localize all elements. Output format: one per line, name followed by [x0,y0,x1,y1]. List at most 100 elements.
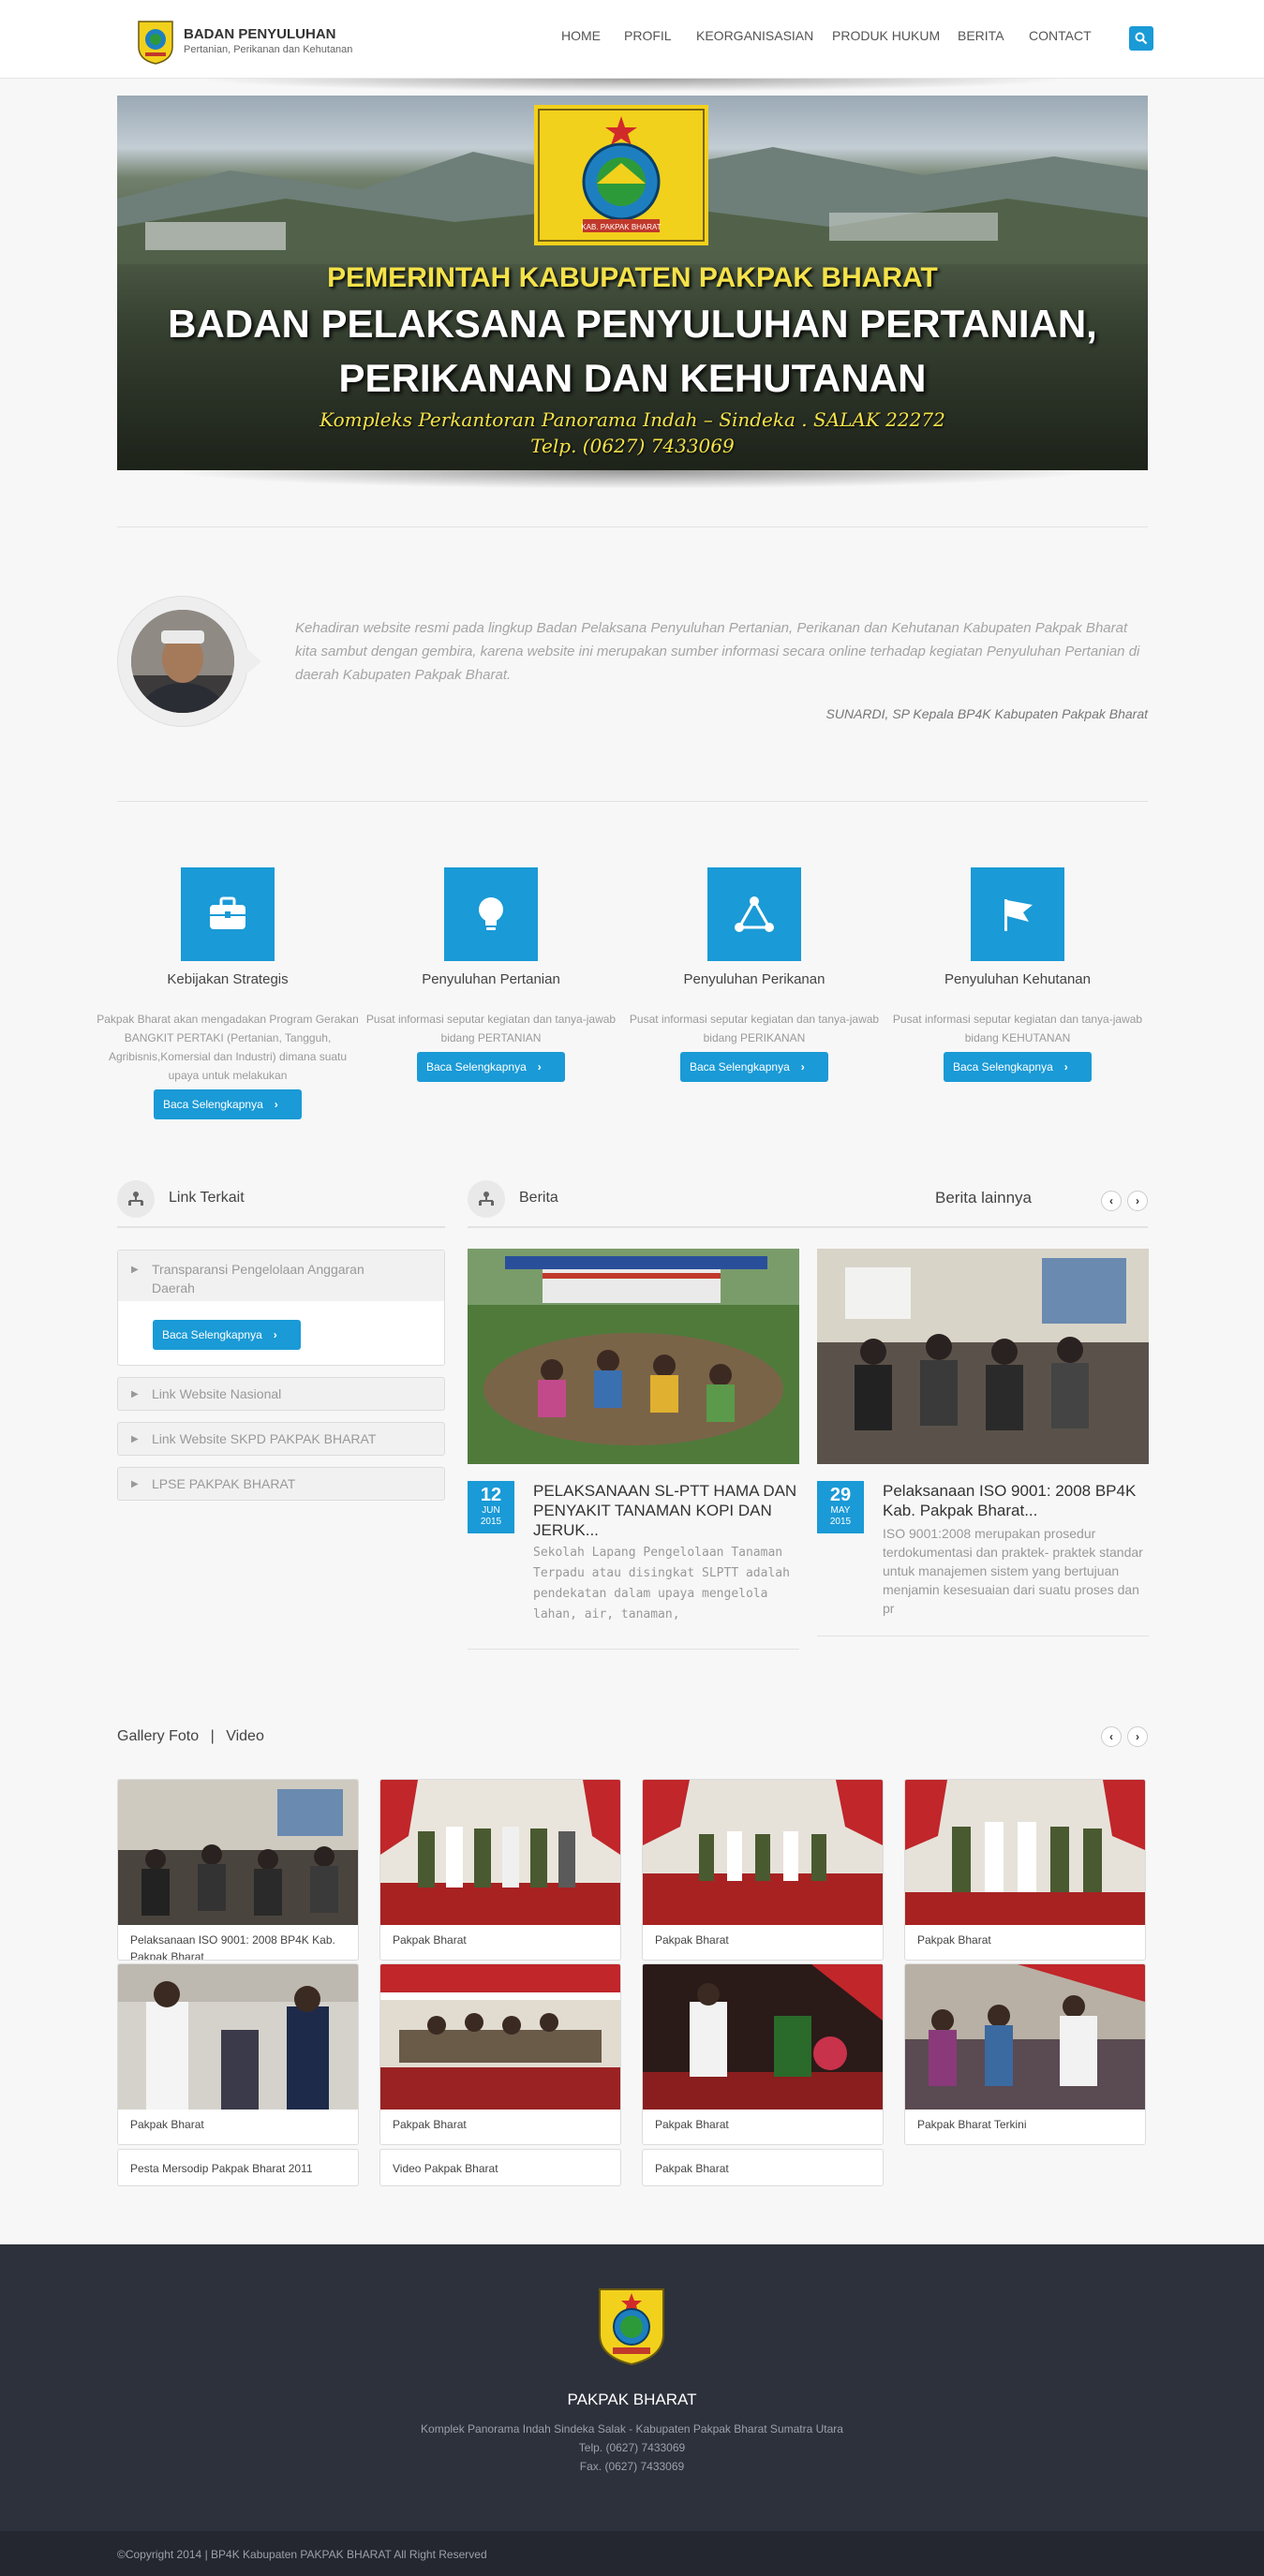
sitemap-icon [479,1192,494,1206]
copyright: ©Copyright 2014 | BP4K Kabupaten PAKPAK … [117,2548,487,2561]
feature-desc: Pusat informasi seputar kegiatan dan tan… [365,1013,617,1044]
search-button[interactable] [1129,26,1153,51]
gallery-prev-button[interactable]: ‹ [1101,1726,1122,1747]
accordion-label[interactable]: Link Website SKPD PAKPAK BHARAT [152,1431,376,1446]
gallery-image [380,1964,620,2110]
quote-author: SUNARDI, SP Kepala BP4K Kabupaten Pakpak… [825,706,1148,721]
feature-icon-box[interactable] [181,867,275,961]
gallery-next-button[interactable]: › [1127,1726,1148,1747]
button-label: Baca Selengkapnya [426,1060,527,1073]
read-more-button[interactable]: Baca Selengkapnya › [153,1320,301,1350]
gallery-title: Gallery Foto | Video [117,1728,264,1745]
feature-desc: Pusat informasi seputar kegiatan dan tan… [892,1013,1143,1044]
banner-line-2: BADAN PELAKSANA PENYULUHAN PERTANIAN, [168,302,1097,346]
feature-desc: Pakpak Bharat akan mengadakan Program Ge… [97,1013,359,1082]
feature-icon-box[interactable] [707,867,801,961]
gallery-image [118,1780,358,1925]
divider [117,526,1148,527]
gallery-photo [380,1964,620,2110]
gallery-card[interactable]: Pakpak Bharat [379,1963,621,2145]
news-divider [468,1649,799,1650]
read-more-button[interactable]: Baca Selengkapnya › [680,1052,828,1082]
nav-home[interactable]: HOME [561,28,601,43]
news-photo [817,1249,1149,1464]
gallery-image [118,1964,358,2110]
read-more-button[interactable]: Baca Selengkapnya › [417,1052,565,1082]
nav-profil[interactable]: PROFIL [624,28,672,43]
feature-title: Penyuluhan Kehutanan [944,971,1091,987]
lightbulb-icon [479,897,503,930]
section-underline [468,1226,1148,1228]
brand-subtitle: Pertanian, Perikanan dan Kehutanan [184,44,353,55]
video-caption: Video Pakpak Bharat [393,2162,498,2175]
accordion-label[interactable]: LPSE PAKPAK BHARAT [152,1476,295,1491]
gallery-card[interactable]: Pakpak Bharat [642,1779,884,1961]
news-section-icon [468,1180,505,1218]
news-title[interactable]: Pelaksanaan ISO 9001: 2008 BP4K Kab. Pak… [883,1481,1150,1520]
chevron-right-icon: › [273,1328,277,1341]
news-prev-button[interactable]: ‹ [1101,1191,1122,1211]
accordion-item-expanded[interactable]: ▶ Transparansi Pengelolaan Anggaran Daer… [117,1250,445,1366]
nav-berita[interactable]: BERITA [958,28,1004,43]
network-icon [735,896,774,932]
gallery-caption: Pakpak Bharat [655,2118,729,2131]
accordion-item[interactable]: ▶ LPSE PAKPAK BHARAT [117,1467,445,1501]
chevron-right-icon: › [537,1060,542,1073]
search-icon [1135,32,1148,45]
accordion-label[interactable]: Transparansi Pengelolaan Anggaran Daerah [152,1260,395,1297]
news-excerpt: ISO 9001:2008 merupakan prosedur terdoku… [883,1526,1143,1616]
logo-emblem-icon[interactable] [136,19,175,66]
banner-line-3: PERIKANAN DAN KEHUTANAN [338,356,927,400]
regency-emblem: KAB. PAKPAK BHARAT [534,105,708,245]
gallery-card[interactable]: Pakpak Bharat [642,1963,884,2145]
gallery-card[interactable]: Pakpak Bharat Terkini [904,1963,1146,2145]
accordion-item[interactable]: ▶ Link Website Nasional [117,1377,445,1411]
gallery-card[interactable]: Pelaksanaan ISO 9001: 2008 BP4K Kab. Pak… [117,1779,359,1961]
nav-produk-hukum[interactable]: PRODUK HUKUM [832,28,940,43]
gallery-card[interactable]: Pakpak Bharat [117,1963,359,2145]
caret-right-icon: ▶ [131,1389,139,1399]
sitemap-icon [128,1192,143,1206]
brand-title[interactable]: BADAN PENYULUHAN [184,26,336,42]
date-badge: 29 MAY 2015 [817,1481,864,1533]
video-item[interactable]: Pakpak Bharat [642,2149,884,2186]
read-more-button[interactable]: Baca Selengkapnya › [944,1052,1092,1082]
accordion-item[interactable]: ▶ Link Website SKPD PAKPAK BHARAT [117,1422,445,1456]
accordion-label[interactable]: Link Website Nasional [152,1386,281,1401]
more-news-link[interactable]: Berita lainnya [935,1189,1032,1207]
read-more-button[interactable]: Baca Selengkapnya › [154,1089,302,1119]
footer-emblem-icon [599,2288,664,2366]
news-photo [468,1249,799,1464]
author-photo [131,610,234,713]
feature-icon-box[interactable] [971,867,1064,961]
news-next-button[interactable]: › [1127,1191,1148,1211]
nav-keorganisasian[interactable]: KEORGANISASIAN [696,28,813,43]
news-image[interactable] [468,1249,799,1464]
video-item[interactable]: Video Pakpak Bharat [379,2149,621,2186]
flag-icon [1004,899,1033,931]
caret-right-icon: ▶ [131,1265,139,1275]
footer-address: Komplek Panorama Indah Sindeka Salak - K… [421,2422,843,2435]
briefcase-icon [210,896,245,929]
gallery-image [905,1780,1145,1925]
site-header: BADAN PENYULUHAN Pertanian, Perikanan da… [0,0,1264,79]
gallery-caption: Pakpak Bharat [655,1933,729,1947]
gallery-photo-tab[interactable]: Gallery Foto [117,1728,199,1744]
gallery-photo [643,1780,883,1925]
gallery-video-tab[interactable]: Video [226,1728,264,1744]
video-item[interactable]: Pesta Mersodip Pakpak Bharat 2011 [117,2149,359,2186]
news-image[interactable] [817,1249,1149,1464]
feature-icon-box[interactable] [444,867,538,961]
date-year: 2015 [480,1517,502,1527]
nav-contact[interactable]: CONTACT [1029,28,1092,43]
gallery-photo [643,1964,883,2110]
gallery-photo [905,1964,1145,2110]
banner-line-5: Telp. (0627) 7433069 [530,435,735,457]
hero-banner: KAB. PAKPAK BHARAT PEMERINTAH KABUPATEN … [117,96,1148,470]
footer-phone: Telp. (0627) 7433069 [578,2441,686,2454]
news-title[interactable]: PELAKSANAAN SL-PTT HAMA DAN PENYAKIT TAN… [533,1481,800,1540]
links-section-title: Link Terkait [169,1190,245,1206]
gallery-card[interactable]: Pakpak Bharat [379,1779,621,1961]
gallery-card[interactable]: Pakpak Bharat [904,1779,1146,1961]
button-label: Baca Selengkapnya [690,1060,790,1073]
